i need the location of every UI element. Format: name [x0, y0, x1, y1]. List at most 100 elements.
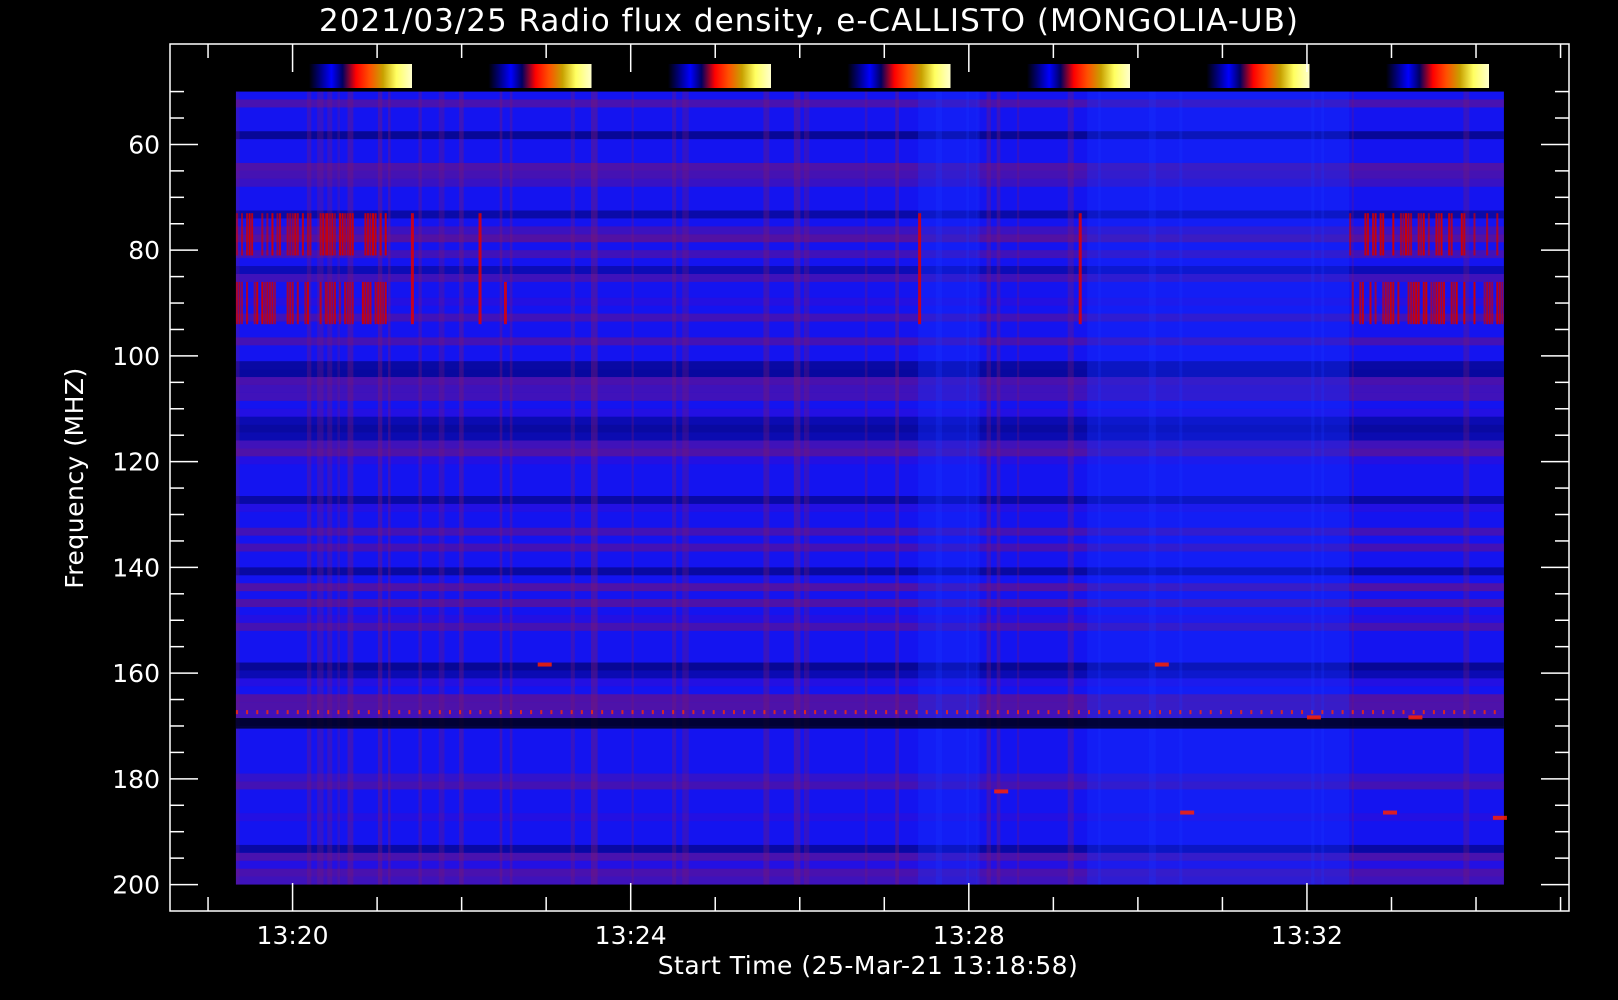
interference-dot — [367, 710, 370, 715]
red-burst-line — [301, 213, 304, 256]
interference-dot — [357, 710, 360, 715]
red-burst-line — [263, 281, 266, 325]
red-burst-line — [344, 213, 347, 256]
spectrogram-column — [590, 91, 598, 885]
interference-dot — [864, 710, 867, 715]
interference-dot — [1179, 710, 1182, 715]
y-tick-label: 180 — [112, 765, 160, 794]
red-burst-line — [1455, 281, 1458, 325]
chart-title: 2021/03/25 Radio flux density, e-CALLIST… — [319, 3, 1299, 39]
interference-dot — [1463, 710, 1466, 715]
interference-dot — [956, 710, 959, 715]
red-burst-line — [309, 213, 312, 256]
interference-dot — [1169, 710, 1172, 715]
x-tick-label: 13:32 — [1271, 921, 1343, 950]
spectrogram-column — [864, 91, 868, 885]
interference-dot — [1453, 710, 1456, 715]
red-burst-line — [261, 213, 264, 256]
y-tick-label: 160 — [112, 659, 160, 688]
red-burst-line — [319, 281, 322, 325]
colorbar-2 — [479, 64, 592, 88]
red-burst-line — [1486, 281, 1489, 325]
red-burst-line — [1399, 213, 1402, 256]
interference-dot — [1199, 710, 1202, 715]
interference-dot — [712, 710, 715, 715]
red-burst-line — [1453, 281, 1456, 325]
red-burst-line — [1430, 281, 1433, 325]
red-burst-line — [1486, 213, 1489, 256]
red-burst-line — [241, 281, 244, 325]
interference-dot — [550, 710, 553, 715]
interference-dot — [438, 710, 441, 715]
red-burst-line — [1488, 281, 1491, 325]
interference-dot — [1148, 710, 1151, 715]
interference-dot — [1290, 710, 1293, 715]
red-burst-line — [279, 213, 282, 256]
spectrogram-column — [327, 91, 333, 885]
interference-dot — [1189, 710, 1192, 715]
spectrogram-column — [317, 91, 324, 885]
red-burst-line — [379, 213, 382, 256]
interference-dot — [966, 710, 969, 715]
interference-dot — [1301, 710, 1304, 715]
spectrogram-column — [1067, 91, 1074, 885]
red-burst-line — [1389, 281, 1392, 325]
red-burst-line — [410, 213, 414, 325]
interference-dot — [631, 710, 634, 715]
interference-dot — [651, 710, 654, 715]
spectrogram-column — [793, 91, 801, 885]
red-burst-line — [1496, 281, 1499, 325]
interference-dot — [814, 710, 817, 715]
red-speckle — [1180, 810, 1195, 815]
red-burst-line — [351, 213, 354, 256]
interference-dot — [1037, 710, 1040, 715]
interference-dot — [256, 710, 259, 715]
red-burst-line — [1496, 213, 1499, 256]
red-burst-line — [1417, 213, 1420, 256]
spectrogram-column — [388, 91, 391, 885]
interference-dot — [306, 710, 309, 715]
interference-dot — [1493, 710, 1496, 715]
red-burst-line — [1364, 213, 1367, 256]
red-burst-line — [1387, 281, 1390, 325]
red-burst-line — [1448, 213, 1451, 256]
red-burst-line — [294, 213, 297, 256]
spectrogram-column — [895, 91, 899, 885]
interference-dot — [580, 710, 583, 715]
interference-dot — [763, 710, 766, 715]
red-speckle — [1154, 662, 1169, 667]
interference-dot — [834, 710, 837, 715]
red-burst-line — [276, 213, 279, 256]
red-burst-line — [1435, 213, 1438, 256]
red-burst-line — [374, 213, 377, 256]
interference-dot — [489, 710, 492, 715]
interference-dot — [1473, 710, 1476, 715]
red-burst-line — [306, 281, 309, 325]
red-burst-line — [1384, 281, 1387, 325]
red-burst-line — [1392, 213, 1395, 256]
spectrogram-column — [509, 91, 513, 885]
y-tick-label: 60 — [128, 130, 160, 159]
red-burst-line — [1498, 281, 1501, 325]
red-burst-line — [1366, 213, 1369, 256]
red-burst-line — [261, 281, 264, 325]
interference-dot — [1088, 710, 1091, 715]
red-burst-line — [1440, 213, 1443, 256]
colorbar-5 — [1018, 64, 1130, 88]
interference-dot — [783, 710, 786, 715]
spectrogram-column — [570, 91, 575, 885]
interference-dot — [1260, 710, 1263, 715]
red-burst-line — [1405, 213, 1408, 256]
red-burst-line — [1450, 281, 1453, 325]
red-burst-line — [333, 213, 336, 256]
red-burst-line — [372, 213, 375, 256]
interference-line — [235, 718, 1504, 729]
spectrogram-column — [996, 91, 1001, 885]
interference-dot — [743, 710, 746, 715]
spectrogram-column — [1351, 91, 1354, 885]
y-tick-label: 80 — [128, 236, 160, 265]
interference-dot — [530, 710, 533, 715]
y-axis-label: Frequency (MHZ) — [60, 367, 89, 589]
quiet-segment — [918, 91, 978, 885]
red-burst-line — [1417, 281, 1420, 325]
